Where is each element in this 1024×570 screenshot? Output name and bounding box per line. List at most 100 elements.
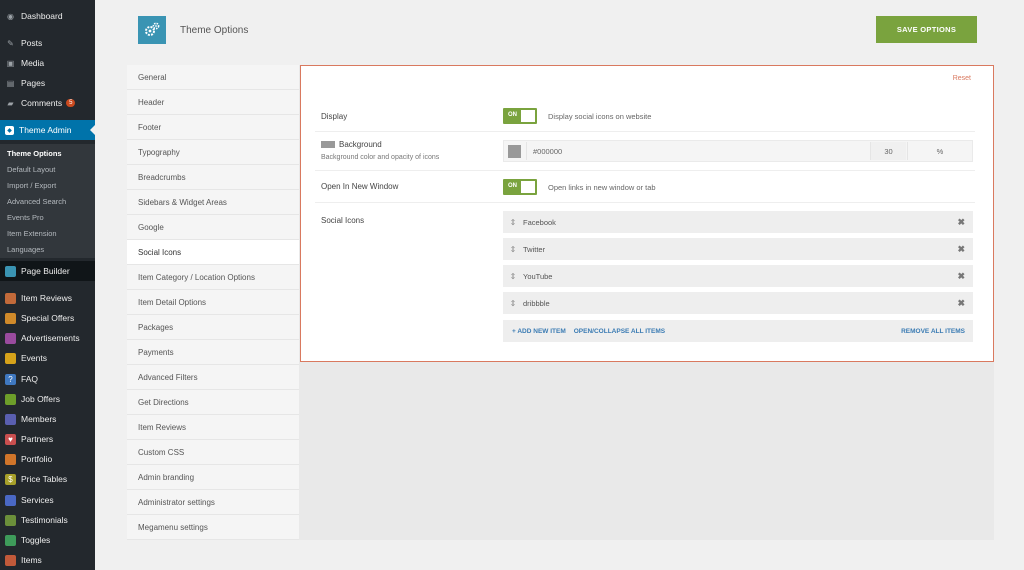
menu-services[interactable]: Services xyxy=(0,490,95,510)
submenu-default-layout[interactable]: Default Layout xyxy=(7,165,55,174)
tab-get-directions[interactable]: Get Directions xyxy=(127,390,299,415)
toggles-icon xyxy=(5,534,16,546)
tab-advanced-filters[interactable]: Advanced Filters xyxy=(127,365,299,390)
portfolio-icon xyxy=(5,453,16,465)
tab-administrator-settings[interactable]: Administrator settings xyxy=(127,490,299,515)
menu-dashboard[interactable]: ◉ Dashboard xyxy=(0,6,95,26)
social-item-name: Facebook xyxy=(523,217,556,227)
menu-special-offers[interactable]: Special Offers xyxy=(0,308,95,328)
toggle-knob xyxy=(521,181,535,193)
menu-testimonials[interactable]: Testimonials xyxy=(0,510,95,530)
menu-job-offers[interactable]: Job Offers xyxy=(0,389,95,409)
tab-admin-branding[interactable]: Admin branding xyxy=(127,465,299,490)
menu-label: Portfolio xyxy=(21,454,53,464)
tab-item-detail[interactable]: Item Detail Options xyxy=(127,290,299,315)
submenu-item-extension[interactable]: Item Extension xyxy=(7,229,57,238)
menu-media[interactable]: ▣ Media xyxy=(0,53,95,73)
open-collapse-all-link[interactable]: OPEN/COLLAPSE ALL ITEMS xyxy=(574,328,665,335)
menu-faq[interactable]: ? FAQ xyxy=(0,369,95,389)
add-new-item-link[interactable]: + ADD NEW ITEM xyxy=(512,328,566,335)
drag-handle-icon[interactable]: ⇕ xyxy=(503,245,523,254)
remove-all-items-link[interactable]: REMOVE ALL ITEMS xyxy=(901,328,965,335)
menu-label: Services xyxy=(21,495,54,505)
menu-toggles[interactable]: Toggles xyxy=(0,530,95,550)
tab-breadcrumbs[interactable]: Breadcrumbs xyxy=(127,165,299,190)
color-value-input[interactable] xyxy=(526,142,868,160)
tab-item-reviews[interactable]: Item Reviews xyxy=(127,415,299,440)
menu-items[interactable]: Items xyxy=(0,550,95,570)
drag-handle-icon[interactable]: ⇕ xyxy=(503,218,523,227)
menu-label: Job Offers xyxy=(21,394,61,404)
tab-google[interactable]: Google xyxy=(127,215,299,240)
display-toggle[interactable]: ON xyxy=(503,108,537,124)
menu-pages[interactable]: ▤ Pages xyxy=(0,73,95,93)
tab-megamenu-settings[interactable]: Megamenu settings xyxy=(127,515,299,540)
menu-theme-admin[interactable]: ◆ Theme Admin xyxy=(0,120,95,140)
social-icons-label: Social Icons xyxy=(321,216,365,225)
submenu-languages[interactable]: Languages xyxy=(7,245,44,254)
menu-partners[interactable]: ♥ Partners xyxy=(0,429,95,449)
social-item-name: Twitter xyxy=(523,244,546,254)
tab-payments[interactable]: Payments xyxy=(127,340,299,365)
menu-item-reviews[interactable]: Item Reviews xyxy=(0,288,95,308)
theme-admin-icon: ◆ xyxy=(5,125,14,135)
remove-icon[interactable]: ✖ xyxy=(957,217,965,228)
tab-general[interactable]: General xyxy=(127,65,299,90)
menu-label: Page Builder xyxy=(21,266,70,276)
social-item-youtube[interactable]: ⇕ YouTube ✖ xyxy=(503,265,973,287)
menu-posts[interactable]: ✎ Posts xyxy=(0,33,95,53)
remove-icon[interactable]: ✖ xyxy=(957,298,965,309)
background-label-text: Background xyxy=(339,140,382,149)
color-swatch[interactable] xyxy=(508,145,521,158)
submenu-advanced-search[interactable]: Advanced Search xyxy=(7,197,66,206)
social-item-twitter[interactable]: ⇕ Twitter ✖ xyxy=(503,238,973,260)
menu-label: Toggles xyxy=(21,535,51,545)
drag-handle-icon[interactable]: ⇕ xyxy=(503,272,523,281)
tab-custom-css[interactable]: Custom CSS xyxy=(127,440,299,465)
menu-label: Members xyxy=(21,414,57,424)
submenu-theme-options[interactable]: Theme Options xyxy=(7,149,62,158)
menu-price-tables[interactable]: $ Price Tables xyxy=(0,469,95,489)
social-item-facebook[interactable]: ⇕ Facebook ✖ xyxy=(503,211,973,233)
menu-events[interactable]: Events xyxy=(0,348,95,368)
menu-label: Item Reviews xyxy=(21,293,73,303)
drag-handle-icon[interactable]: ⇕ xyxy=(503,299,523,308)
tab-footer[interactable]: Footer xyxy=(127,115,299,140)
tab-header[interactable]: Header xyxy=(127,90,299,115)
menu-comments[interactable]: ▰ Comments 5 xyxy=(0,93,95,113)
menu-label: Pages xyxy=(21,78,46,88)
menu-page-builder[interactable]: Page Builder xyxy=(0,261,95,281)
social-item-name: YouTube xyxy=(523,271,553,281)
menu-advertisements[interactable]: Advertisements xyxy=(0,328,95,348)
reset-link[interactable]: Reset xyxy=(953,75,971,82)
save-options-button[interactable]: SAVE OPTIONS xyxy=(876,16,977,43)
events-icon xyxy=(5,352,16,364)
submenu-import-export[interactable]: Import / Export xyxy=(7,181,56,190)
toggle-knob xyxy=(521,110,535,122)
tab-packages[interactable]: Packages xyxy=(127,315,299,340)
special-offers-icon xyxy=(5,312,16,324)
remove-icon[interactable]: ✖ xyxy=(957,244,965,255)
social-icons-actions: + ADD NEW ITEM OPEN/COLLAPSE ALL ITEMS R… xyxy=(503,320,973,342)
remove-icon[interactable]: ✖ xyxy=(957,271,965,282)
tab-typography[interactable]: Typography xyxy=(127,140,299,165)
tab-social-icons[interactable]: Social Icons xyxy=(127,240,299,265)
advertisements-icon xyxy=(5,332,16,344)
menu-label: Advertisements xyxy=(21,333,80,343)
tab-item-category[interactable]: Item Category / Location Options xyxy=(127,265,299,290)
page-builder-icon xyxy=(5,265,16,277)
display-label: Display xyxy=(321,112,348,121)
page-icon: ▤ xyxy=(6,78,15,88)
new-window-label: Open In New Window xyxy=(321,182,399,191)
menu-portfolio[interactable]: Portfolio xyxy=(0,449,95,469)
submenu-events-pro[interactable]: Events Pro xyxy=(7,213,44,222)
menu-label: Theme Admin xyxy=(19,125,72,135)
toggle-state: ON xyxy=(508,183,517,189)
opacity-input[interactable] xyxy=(870,142,906,160)
new-window-toggle[interactable]: ON xyxy=(503,179,537,195)
divider xyxy=(315,131,975,132)
tab-sidebars[interactable]: Sidebars & Widget Areas xyxy=(127,190,299,215)
menu-members[interactable]: Members xyxy=(0,409,95,429)
menu-label: Media xyxy=(21,58,45,68)
social-item-dribbble[interactable]: ⇕ dribbble ✖ xyxy=(503,292,973,314)
